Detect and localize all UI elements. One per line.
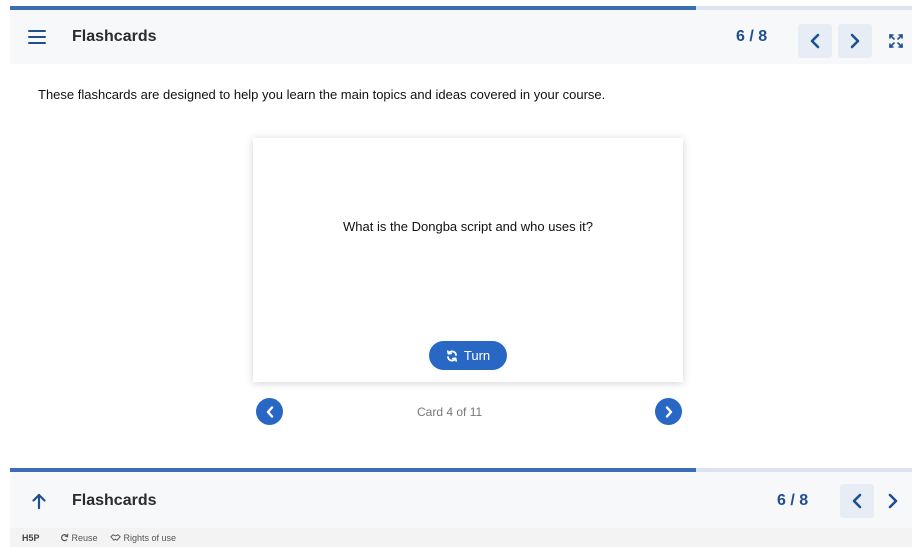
next-card-button[interactable]: [655, 398, 682, 425]
chevron-right-icon: [665, 405, 672, 418]
turn-button[interactable]: Turn: [429, 341, 507, 370]
chevron-left-icon: [266, 405, 273, 418]
fullscreen-icon: [889, 34, 903, 48]
flashcards-content: These flashcards are designed to help yo…: [10, 64, 912, 464]
top-progress-fill: [10, 6, 696, 10]
previous-slide-button[interactable]: [798, 24, 832, 58]
rights-of-use-link[interactable]: Rights of use: [109, 532, 177, 543]
bottom-previous-slide-button[interactable]: [840, 484, 874, 518]
chevron-right-icon: [850, 33, 860, 49]
bottom-navigation-bar: Flashcards 6 / 8: [10, 468, 912, 528]
card-question: What is the Dongba script and who uses i…: [342, 219, 594, 234]
reuse-label: Reuse: [71, 532, 98, 543]
arrow-up-icon: [32, 493, 46, 510]
refresh-icon: [446, 349, 457, 362]
fullscreen-button[interactable]: [882, 24, 910, 58]
handshake-icon: [109, 534, 121, 541]
bottom-progress-track: [10, 468, 912, 472]
chevron-right-icon: [888, 493, 898, 509]
intro-text: These flashcards are designed to help yo…: [38, 87, 606, 102]
bottom-progress-fill: [10, 468, 696, 472]
slide-counter: 6 / 8: [736, 28, 768, 45]
page-title: Flashcards: [72, 28, 157, 45]
top-navigation-bar: Flashcards 6 / 8: [10, 6, 912, 64]
card-counter: Card 4 of 11: [417, 405, 483, 419]
menu-icon[interactable]: [28, 30, 46, 44]
turn-label: Turn: [463, 348, 491, 363]
reuse-link[interactable]: Reuse: [60, 533, 98, 543]
bottom-title: Flashcards: [72, 492, 157, 509]
top-progress-track: [10, 6, 912, 10]
h5p-logo: H5P: [22, 532, 40, 543]
flashcard: What is the Dongba script and who uses i…: [253, 138, 683, 382]
bottom-slide-counter: 6 / 8: [777, 492, 809, 509]
chevron-left-icon: [810, 33, 820, 49]
bottom-next-slide-button[interactable]: [876, 484, 910, 518]
scroll-to-top-button[interactable]: [26, 486, 52, 516]
chevron-left-icon: [852, 493, 862, 509]
rights-of-use-label: Rights of use: [123, 532, 177, 543]
previous-card-button[interactable]: [256, 398, 283, 425]
refresh-icon: [60, 533, 68, 542]
h5p-footer: H5P Reuse Rights of use: [10, 528, 912, 547]
next-slide-button[interactable]: [838, 24, 872, 58]
